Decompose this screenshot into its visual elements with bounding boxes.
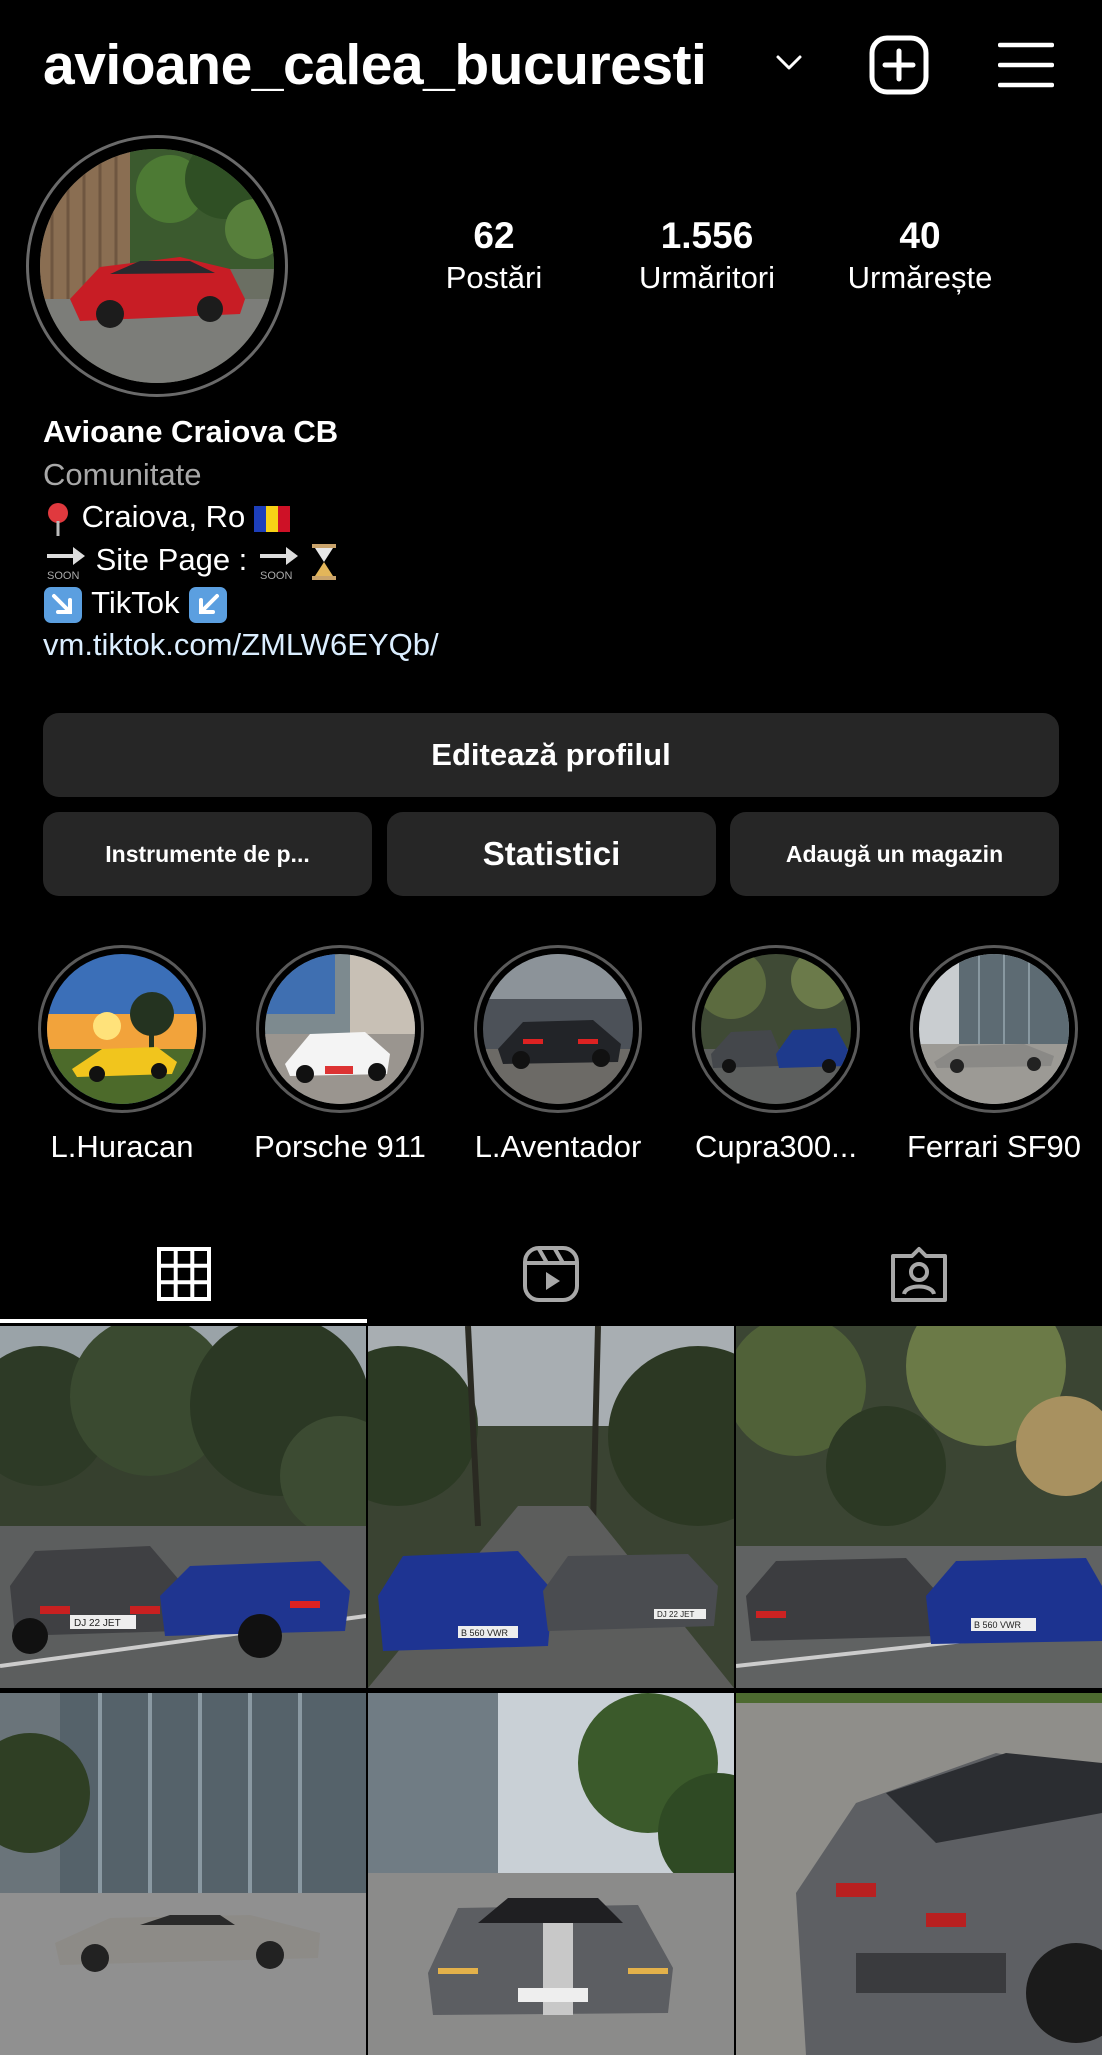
post-thumbnail[interactable]: B 560 VWR DJ 22 JET [368, 1326, 734, 1688]
highlight-cover [910, 945, 1078, 1113]
stat-following[interactable]: 40 Urmărește [820, 214, 1020, 298]
highlight-cover [474, 945, 642, 1113]
bio-tiktok: TikTok [91, 585, 180, 620]
post-thumbnail[interactable] [0, 1693, 366, 2055]
edit-profile-button[interactable]: Editează profilul [43, 713, 1059, 797]
highlight-label: Porsche 911 [254, 1129, 426, 1164]
menu-icon[interactable] [998, 40, 1054, 90]
tab-reels[interactable] [367, 1224, 734, 1324]
stat-following-label: Urmărește [847, 260, 993, 295]
bio-location: Craiova, Ro [81, 499, 246, 534]
reels-icon [522, 1246, 579, 1302]
highlight-label: Ferrari SF90 [907, 1129, 1081, 1164]
bio-tiktok-line: TikTok [43, 582, 228, 624]
display-name: Avioane Craiova CB [43, 414, 339, 449]
plate-label: DJ 22 JET [74, 1618, 121, 1629]
highlight-huracan[interactable]: L.Huracan [13, 945, 231, 1167]
arrow-down-right-icon [44, 586, 82, 623]
create-post-icon[interactable] [868, 34, 930, 96]
plate-label: B 560 VWR [461, 1628, 509, 1638]
soon-arrow-icon: SOON [47, 546, 85, 582]
stat-posts-label: Postări [445, 260, 543, 295]
highlight-cover [256, 945, 424, 1113]
stat-followers-label: Urmăritori [638, 260, 776, 295]
posts-grid-icon [156, 1247, 211, 1301]
post-thumbnail[interactable]: B 560 VWR [736, 1326, 1102, 1688]
hourglass-icon [311, 543, 336, 580]
highlight-label: Cupra300... [695, 1129, 857, 1164]
post-thumbnail[interactable] [736, 1693, 1102, 2055]
stat-following-value: 40 [899, 215, 941, 256]
stat-posts-value: 62 [473, 215, 515, 256]
highlight-cover [692, 945, 860, 1113]
statistics-button[interactable]: Statistici [387, 812, 716, 896]
profile-category: Comunitate [43, 457, 202, 492]
active-tab-indicator [0, 1319, 367, 1323]
post-thumbnail[interactable] [368, 1693, 734, 2055]
chevron-down-icon[interactable] [772, 48, 806, 76]
arrow-down-left-icon [189, 586, 228, 623]
highlight-label: L.Huracan [50, 1129, 194, 1164]
highlight-cupra[interactable]: Cupra300... [667, 945, 885, 1167]
plate-label: B 560 VWR [974, 1620, 1022, 1630]
post-thumbnail[interactable]: DJ 22 JET [0, 1326, 366, 1688]
tab-tagged[interactable] [735, 1224, 1102, 1324]
stat-posts[interactable]: 62 Postări [394, 214, 594, 298]
professional-tools-button[interactable]: Instrumente de p... [43, 812, 372, 896]
tagged-icon [890, 1247, 947, 1302]
bio-link[interactable]: vm.tiktok.com/ZMLW6EYQb/ [43, 624, 439, 666]
soon-label: SOON [47, 570, 79, 582]
add-shop-button[interactable]: Adaugă un magazin [730, 812, 1059, 896]
stat-followers[interactable]: 1.556 Urmăritori [607, 214, 807, 298]
highlight-aventador[interactable]: L.Aventador [449, 945, 667, 1167]
bio-site: Site Page : [95, 542, 248, 577]
highlight-porsche[interactable]: Porsche 911 [231, 945, 449, 1167]
highlight-ferrari[interactable]: Ferrari SF90 [885, 945, 1102, 1167]
bio-site-line: SOON Site Page : SOON [43, 539, 339, 582]
avatar[interactable] [40, 149, 274, 383]
username-title[interactable]: avioane_calea_bucuresti [43, 30, 707, 100]
pin-icon [48, 502, 68, 536]
highlight-cover [38, 945, 206, 1113]
soon-arrow-icon: SOON [259, 546, 298, 582]
bio-location-line: Craiova, Ro [43, 496, 290, 538]
stat-followers-value: 1.556 [660, 215, 754, 256]
soon-label: SOON [260, 570, 292, 582]
romania-flag-icon [253, 505, 290, 532]
plate-label: DJ 22 JET [657, 1610, 694, 1619]
highlight-label: L.Aventador [474, 1129, 642, 1164]
tab-posts[interactable] [0, 1224, 367, 1324]
